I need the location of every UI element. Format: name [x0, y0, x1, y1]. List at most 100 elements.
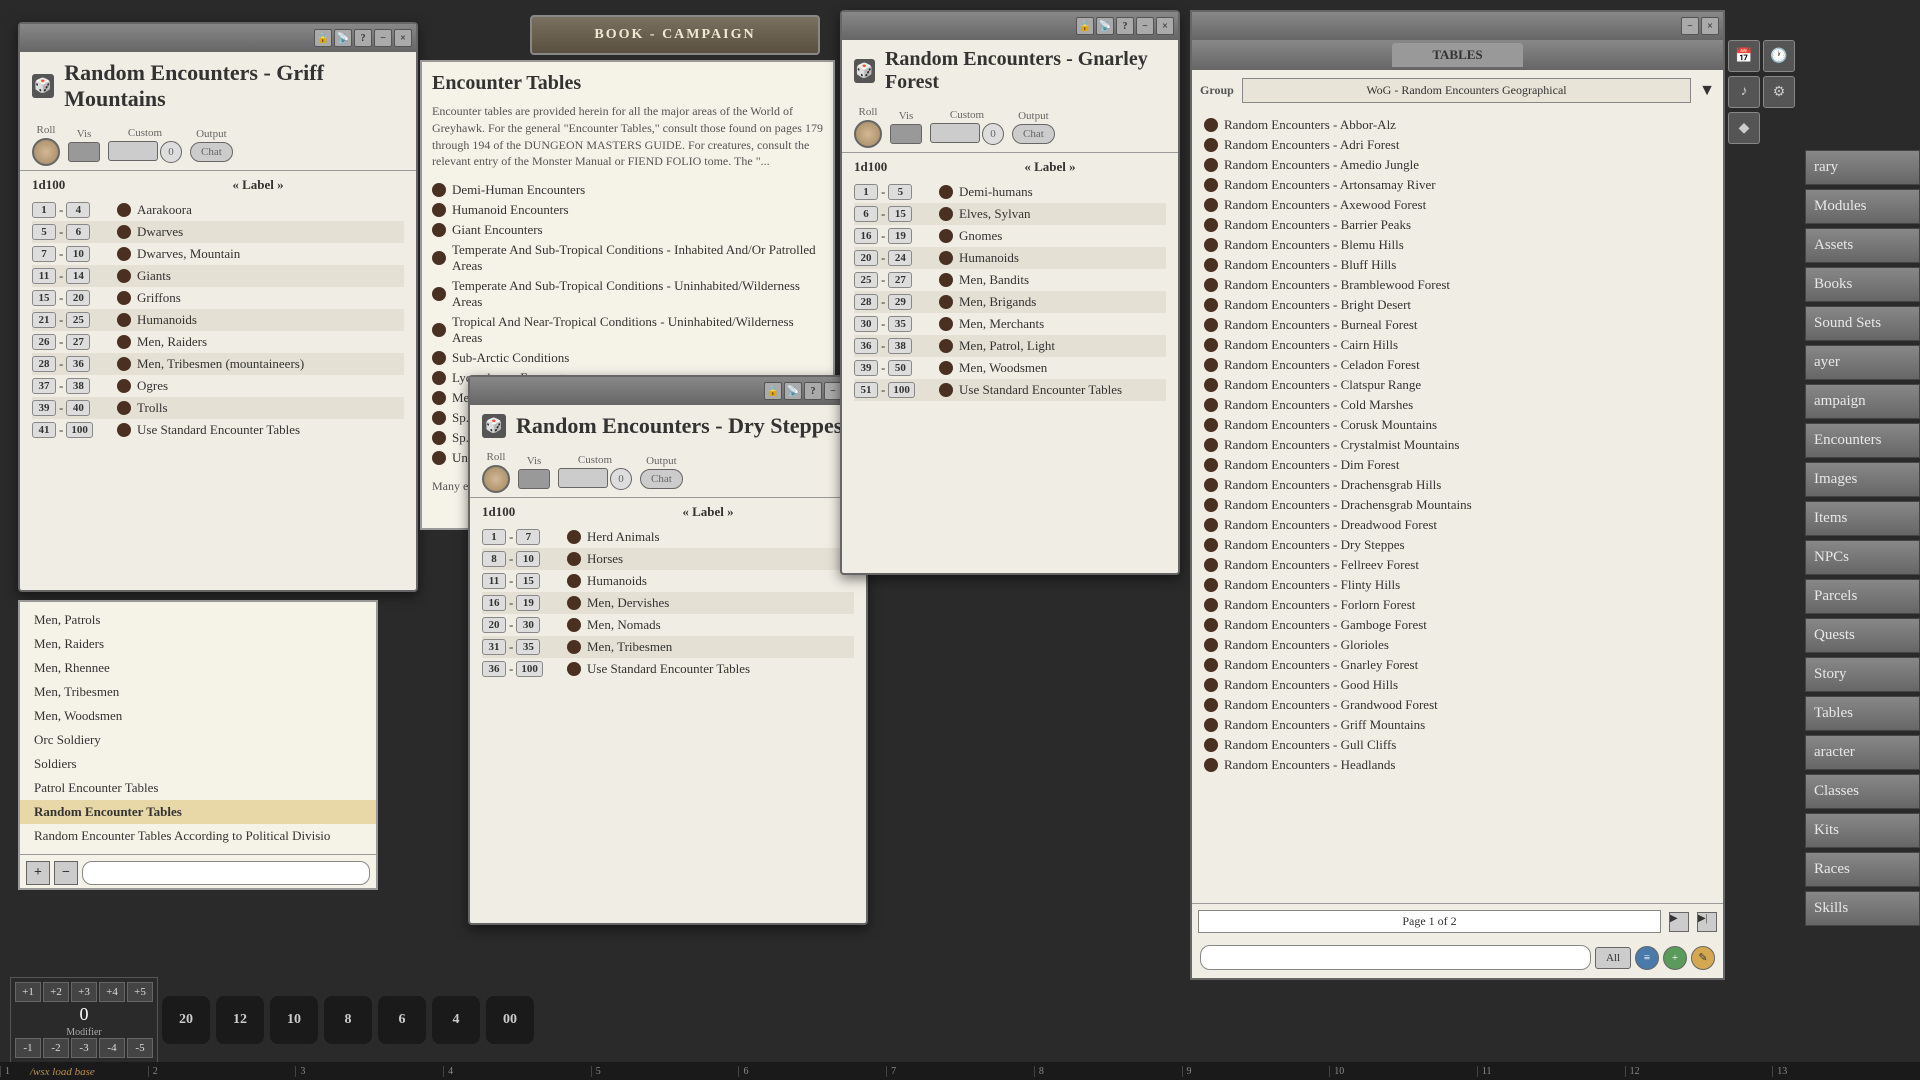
sidebar-item[interactable]: Kits: [1805, 813, 1920, 848]
table-row[interactable]: 20-24Humanoids: [854, 247, 1166, 269]
link-icon[interactable]: [117, 225, 131, 239]
nav-search-input[interactable]: [82, 861, 370, 885]
sidebar-item[interactable]: Races: [1805, 852, 1920, 887]
link-icon[interactable]: [939, 317, 953, 331]
link-icon[interactable]: [1204, 558, 1218, 572]
mod-button[interactable]: -5: [127, 1038, 153, 1058]
tables-list-item[interactable]: Random Encounters - Artonsamay River: [1200, 175, 1703, 195]
link-icon[interactable]: [1204, 278, 1218, 292]
sidebar-item[interactable]: NPCs: [1805, 540, 1920, 575]
link-icon[interactable]: [1204, 198, 1218, 212]
link-icon[interactable]: [432, 371, 446, 385]
custom-number[interactable]: 0: [160, 141, 182, 163]
edit-button[interactable]: ✎: [1691, 946, 1715, 970]
table-row[interactable]: 36-100Use Standard Encounter Tables: [482, 658, 854, 680]
tables-list-item[interactable]: Random Encounters - Cold Marshes: [1200, 395, 1703, 415]
filter-button[interactable]: ≡: [1635, 946, 1659, 970]
chevron-down-icon[interactable]: ▼: [1699, 82, 1715, 100]
table-row[interactable]: 15-20Griffons: [32, 287, 404, 309]
link-icon[interactable]: [1204, 118, 1218, 132]
tables-list-item[interactable]: Random Encounters - Abbor-Alz: [1200, 115, 1703, 135]
mod-button[interactable]: -3: [71, 1038, 97, 1058]
lock-icon[interactable]: 🔒: [1076, 17, 1094, 35]
sidebar-item[interactable]: Quests: [1805, 618, 1920, 653]
link-icon[interactable]: [567, 574, 581, 588]
tables-list-item[interactable]: Random Encounters - Clatspur Range: [1200, 375, 1703, 395]
table-row[interactable]: 11-15Humanoids: [482, 570, 854, 592]
link-icon[interactable]: [117, 247, 131, 261]
nav-item[interactable]: Men, Rhennee: [20, 656, 376, 680]
link-icon[interactable]: [1204, 638, 1218, 652]
link-icon[interactable]: [1204, 458, 1218, 472]
die-00[interactable]: 00: [486, 996, 534, 1044]
mod-button[interactable]: +4: [99, 982, 125, 1002]
tables-list-item[interactable]: Random Encounters - Amedio Jungle: [1200, 155, 1703, 175]
tables-list-item[interactable]: Random Encounters - Griff Mountains: [1200, 715, 1703, 735]
link-icon[interactable]: [1204, 678, 1218, 692]
sidebar-item[interactable]: ampaign: [1805, 384, 1920, 419]
link-icon[interactable]: [939, 185, 953, 199]
link-icon[interactable]: [1204, 578, 1218, 592]
link-icon[interactable]: [567, 596, 581, 610]
link-icon[interactable]: [939, 295, 953, 309]
sidebar-item[interactable]: Items: [1805, 501, 1920, 536]
nav-item-highlighted[interactable]: Random Encounter Tables: [20, 800, 376, 824]
chat-button[interactable]: Chat: [640, 469, 683, 489]
link-icon[interactable]: [1204, 258, 1218, 272]
table-row[interactable]: 6-15Elves, Sylvan: [854, 203, 1166, 225]
share-icon[interactable]: 📡: [334, 29, 352, 47]
share-icon[interactable]: 📡: [784, 382, 802, 400]
link-icon[interactable]: [567, 552, 581, 566]
mod-button[interactable]: +2: [43, 982, 69, 1002]
roll-button[interactable]: [854, 120, 882, 148]
music-icon[interactable]: ♪: [1728, 76, 1760, 108]
group-select[interactable]: WoG - Random Encounters Geographical: [1242, 78, 1691, 103]
mod-button[interactable]: +3: [71, 982, 97, 1002]
mod-button[interactable]: +1: [15, 982, 41, 1002]
encounter-item[interactable]: Sub-Arctic Conditions: [432, 348, 823, 368]
table-row[interactable]: 39-50Men, Woodsmen: [854, 357, 1166, 379]
tables-list-item[interactable]: Random Encounters - Fellreev Forest: [1200, 555, 1703, 575]
link-icon[interactable]: [432, 323, 446, 337]
link-icon[interactable]: [1204, 298, 1218, 312]
link-icon[interactable]: [1204, 358, 1218, 372]
vis-toggle[interactable]: [518, 469, 550, 489]
encounter-item[interactable]: Giant Encounters: [432, 220, 823, 240]
roll-button[interactable]: [32, 138, 60, 166]
remove-button[interactable]: −: [54, 861, 78, 885]
nav-item[interactable]: Men, Raiders: [20, 632, 376, 656]
clock-icon[interactable]: 🕐: [1763, 40, 1795, 72]
link-icon[interactable]: [1204, 418, 1218, 432]
link-icon[interactable]: [1204, 378, 1218, 392]
tables-list-item[interactable]: Random Encounters - Celadon Forest: [1200, 355, 1703, 375]
link-icon[interactable]: [939, 339, 953, 353]
tables-list-item[interactable]: Random Encounters - Dreadwood Forest: [1200, 515, 1703, 535]
tables-list-item[interactable]: Random Encounters - Forlorn Forest: [1200, 595, 1703, 615]
link-icon[interactable]: [1204, 218, 1218, 232]
link-icon[interactable]: [432, 287, 446, 301]
link-icon[interactable]: [1204, 738, 1218, 752]
encounter-item[interactable]: Demi-Human Encounters: [432, 180, 823, 200]
table-row[interactable]: 37-38Ogres: [32, 375, 404, 397]
link-icon[interactable]: [1204, 138, 1218, 152]
link-icon[interactable]: [1204, 698, 1218, 712]
close-icon[interactable]: ×: [1701, 17, 1719, 35]
minimize-icon[interactable]: −: [374, 29, 392, 47]
vis-toggle[interactable]: [890, 124, 922, 144]
tables-list-item[interactable]: Random Encounters - Dim Forest: [1200, 455, 1703, 475]
link-icon[interactable]: [1204, 158, 1218, 172]
next-page-button[interactable]: ▶: [1669, 912, 1689, 932]
link-icon[interactable]: [117, 335, 131, 349]
link-icon[interactable]: [1204, 658, 1218, 672]
tables-list-item[interactable]: Random Encounters - Dry Steppes: [1200, 535, 1703, 555]
help-icon[interactable]: ?: [354, 29, 372, 47]
table-row[interactable]: 51-100Use Standard Encounter Tables: [854, 379, 1166, 401]
table-row[interactable]: 36-38Men, Patrol, Light: [854, 335, 1166, 357]
tables-list-item[interactable]: Random Encounters - Gull Cliffs: [1200, 735, 1703, 755]
table-row[interactable]: 8-10Horses: [482, 548, 854, 570]
nav-item[interactable]: Men, Patrols: [20, 608, 376, 632]
tables-list-item[interactable]: Random Encounters - Bluff Hills: [1200, 255, 1703, 275]
settings-icon[interactable]: ⚙: [1763, 76, 1795, 108]
minimize-icon[interactable]: −: [1681, 17, 1699, 35]
link-icon[interactable]: [1204, 178, 1218, 192]
